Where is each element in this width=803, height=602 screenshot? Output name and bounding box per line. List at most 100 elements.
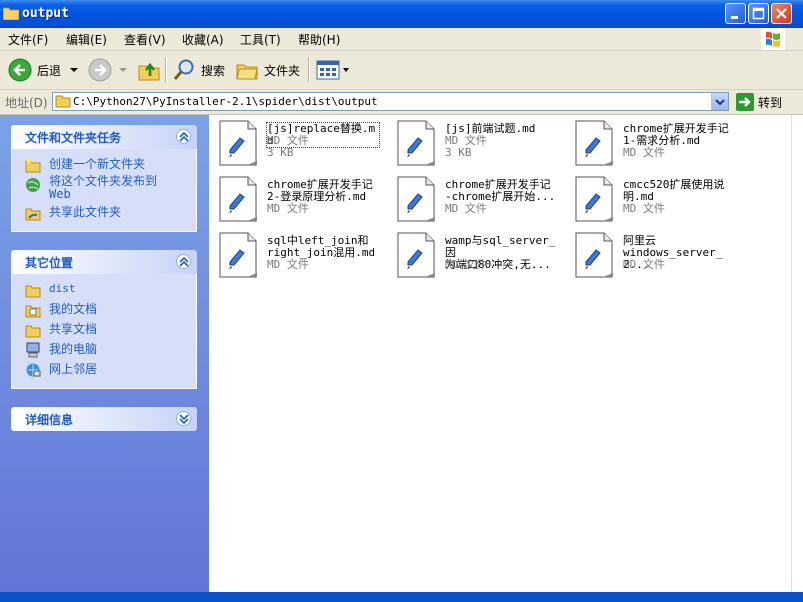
- network-icon: [26, 363, 41, 377]
- file-size: 3 KB: [267, 146, 294, 159]
- menu-bar: 文件(F) 编辑(E) 查看(V) 收藏(A) 工具(T) 帮助(H): [0, 28, 803, 51]
- views-icon: [316, 60, 340, 80]
- file-type: MD 文件: [267, 202, 309, 215]
- search-label: 搜索: [201, 63, 226, 78]
- close-button[interactable]: [771, 3, 792, 24]
- folders-button[interactable]: 文件夹: [235, 56, 300, 84]
- go-arrow-icon: [736, 93, 754, 111]
- file-type: MD 文件: [623, 258, 665, 271]
- file-name: chrome扩展开发手记 -chrome扩展开始...: [445, 178, 556, 203]
- places-panel-header[interactable]: 其它位置: [11, 250, 197, 274]
- details-panel-header[interactable]: 详细信息: [11, 407, 197, 431]
- task-label-sub: Web: [49, 187, 71, 201]
- file-item[interactable]: chrome扩展开发手记 -chrome扩展开始... MD 文件: [388, 171, 558, 225]
- toolbar: 后退 搜索 文件夹: [0, 51, 803, 90]
- file-type: MD 文件: [445, 258, 487, 271]
- minimize-button[interactable]: [725, 3, 746, 24]
- chevron-down-icon[interactable]: [342, 66, 350, 74]
- address-input[interactable]: C:\Python27\PyInstaller-2.1\spider\dist\…: [52, 92, 729, 111]
- explorer-window: output 文件(F) 编辑(E) 查看(V) 收藏(A) 工具(T) 帮助(…: [0, 0, 803, 602]
- file-item[interactable]: cmcc520扩展使用说 明.md MD 文件: [566, 171, 736, 225]
- shared-documents-icon: [25, 325, 41, 338]
- expand-button[interactable]: [176, 411, 191, 426]
- tasks-panel-title: 文件和文件夹任务: [25, 131, 122, 145]
- place-label: 我的文档: [49, 302, 98, 316]
- chevron-down-icon: [715, 99, 725, 106]
- back-button[interactable]: 后退: [8, 56, 79, 84]
- address-dropdown-button[interactable]: [711, 93, 728, 110]
- file-name: chrome扩展开发手记 1-需求分析.md: [623, 122, 729, 147]
- place-label: dist: [49, 282, 76, 295]
- file-type: MD 文件: [445, 202, 487, 215]
- new-folder-icon: [25, 158, 41, 173]
- document-icon: [397, 232, 435, 278]
- address-bar: 地址(D) C:\Python27\PyInstaller-2.1\spider…: [0, 90, 803, 115]
- chevron-up-icon: [179, 132, 189, 142]
- file-item[interactable]: sql中left_join和 right_join混用.md MD 文件: [210, 227, 380, 281]
- chevron-down-icon[interactable]: [69, 66, 79, 74]
- task-publish-web[interactable]: 将这个文件夹发布到 Web: [12, 175, 196, 203]
- scrollbar-area[interactable]: [791, 115, 803, 592]
- document-icon: [575, 232, 613, 278]
- my-documents-icon: [25, 305, 41, 318]
- maximize-button[interactable]: [748, 3, 769, 24]
- toolbar-separator: [308, 57, 310, 83]
- go-button[interactable]: 转到: [736, 93, 782, 111]
- menu-favorites[interactable]: 收藏(A): [182, 31, 224, 48]
- views-button[interactable]: [316, 56, 350, 84]
- folder-icon: [55, 95, 71, 108]
- my-computer-icon: [26, 342, 40, 358]
- place-label: 我的电脑: [49, 342, 98, 356]
- search-icon: [173, 59, 194, 80]
- file-type: MD 文件: [267, 258, 309, 271]
- menu-tools[interactable]: 工具(T): [240, 31, 281, 48]
- file-item[interactable]: wamp与sql_server_因 为端口80冲突,无... MD 文件: [388, 227, 558, 281]
- task-new-folder[interactable]: 创建一个新文件夹: [12, 155, 196, 175]
- document-icon: [219, 232, 257, 278]
- menu-help[interactable]: 帮助(H): [298, 31, 340, 48]
- file-item[interactable]: 阿里云 windows_server_2... MD 文件: [566, 227, 736, 281]
- document-icon: [575, 120, 613, 166]
- share-folder-icon: [25, 208, 41, 221]
- folder-icon: [25, 285, 41, 298]
- minimize-icon: [731, 16, 738, 19]
- task-label: 共享此文件夹: [49, 205, 122, 219]
- chevron-down-icon[interactable]: [118, 66, 128, 74]
- up-folder-button[interactable]: [137, 56, 161, 84]
- task-share-folder[interactable]: 共享此文件夹: [12, 203, 196, 223]
- place-my-documents[interactable]: 我的文档: [12, 300, 196, 320]
- menu-edit[interactable]: 编辑(E): [66, 31, 107, 48]
- places-panel: 其它位置 dist 我的文档 共享文档 我的电脑 网上邻居: [11, 250, 197, 389]
- maximize-icon: [752, 7, 765, 20]
- menu-view[interactable]: 查看(V): [124, 31, 166, 48]
- title-bar[interactable]: output: [0, 0, 803, 28]
- tasks-panel-header[interactable]: 文件和文件夹任务: [11, 125, 197, 149]
- file-item[interactable]: chrome扩展开发手记 1-需求分析.md MD 文件: [566, 115, 736, 169]
- details-panel: 详细信息: [11, 407, 197, 431]
- place-my-computer[interactable]: 我的电脑: [12, 340, 196, 360]
- window-title: output: [22, 6, 69, 21]
- close-icon: [776, 8, 787, 19]
- file-item[interactable]: chrome扩展开发手记 2-登录原理分析.md MD 文件: [210, 171, 380, 225]
- windows-logo-icon: [761, 28, 785, 50]
- menu-file[interactable]: 文件(F): [8, 31, 48, 48]
- document-icon: [219, 120, 257, 166]
- tasks-panel: 文件和文件夹任务 创建一个新文件夹 将这个文件夹发布到 Web 共享此文件夹: [11, 125, 197, 232]
- folders-label: 文件夹: [264, 63, 301, 78]
- file-item[interactable]: [js]replace替换.md MD 文件 3 KB: [210, 115, 380, 169]
- file-type: MD 文件: [623, 202, 665, 215]
- file-size: 3 KB: [445, 146, 472, 159]
- place-label: 共享文档: [49, 322, 98, 336]
- place-dist[interactable]: dist: [12, 280, 196, 300]
- up-folder-icon: [138, 62, 160, 81]
- place-shared-documents[interactable]: 共享文档: [12, 320, 196, 340]
- collapse-button[interactable]: [176, 129, 191, 144]
- search-button[interactable]: 搜索: [172, 56, 225, 84]
- task-label: 将这个文件夹发布到: [49, 174, 158, 188]
- forward-button[interactable]: [88, 56, 128, 84]
- collapse-button[interactable]: [176, 254, 191, 269]
- file-item[interactable]: [js]前端试题.md MD 文件 3 KB: [388, 115, 558, 169]
- file-name: sql中left_join和 right_join混用.md: [267, 234, 376, 259]
- back-arrow-icon: [8, 58, 32, 82]
- place-network[interactable]: 网上邻居: [12, 360, 196, 380]
